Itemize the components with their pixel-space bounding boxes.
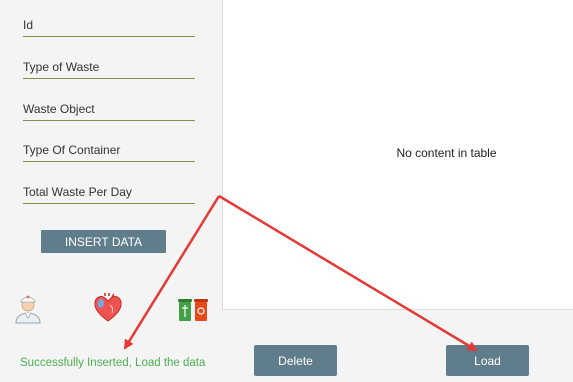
form-panel: INSERT DATA (0, 0, 222, 324)
waste-object-field[interactable] (23, 99, 195, 119)
waste-type-field-wrapper (23, 57, 195, 79)
id-field-wrapper (23, 15, 195, 37)
container-type-field[interactable] (23, 140, 195, 160)
total-waste-field[interactable] (23, 182, 195, 202)
waste-type-field[interactable] (23, 57, 195, 77)
table-placeholder: No content in table (396, 146, 497, 160)
waste-object-field-wrapper (23, 99, 195, 121)
total-waste-field-wrapper (23, 182, 195, 204)
doctor-icon (15, 295, 41, 324)
id-field[interactable] (23, 15, 195, 35)
bins-icon (178, 299, 208, 321)
status-message: Successfully Inserted, Load the data (20, 357, 206, 369)
load-button[interactable]: Load (446, 345, 529, 376)
container-type-field-wrapper (23, 140, 195, 162)
delete-button[interactable]: Delete (254, 345, 337, 376)
organ-icon (94, 293, 122, 322)
insert-data-button[interactable]: INSERT DATA (41, 230, 166, 253)
